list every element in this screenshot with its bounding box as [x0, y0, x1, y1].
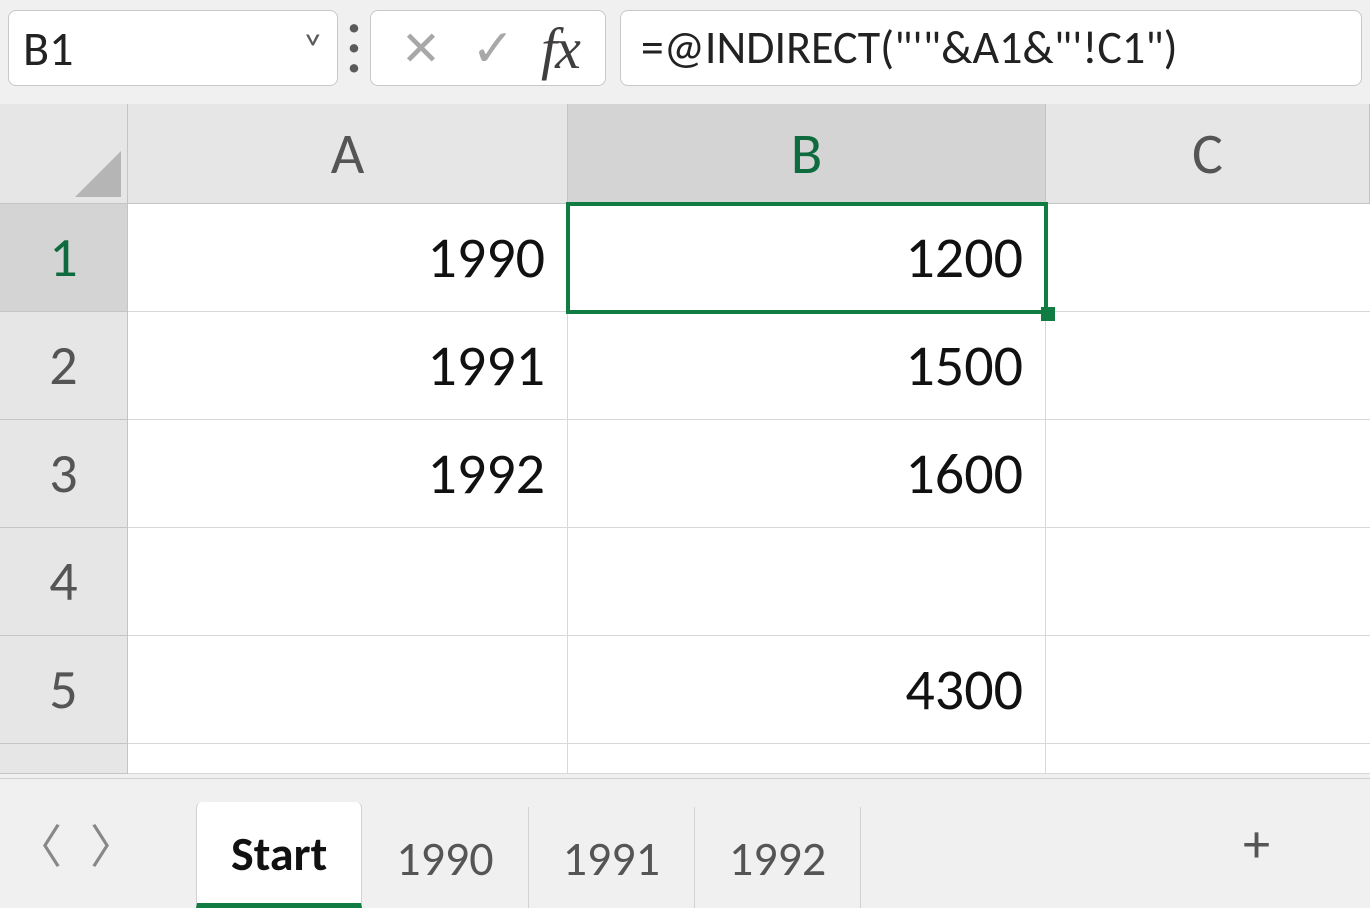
- separator-icon: •••: [352, 23, 356, 73]
- cell-B3[interactable]: 1600: [568, 420, 1046, 528]
- table-row: [0, 744, 1370, 774]
- row-header-5[interactable]: 5: [0, 636, 128, 744]
- column-header-A[interactable]: A: [128, 104, 568, 204]
- row-header-partial[interactable]: [0, 744, 128, 774]
- cell-C2[interactable]: [1046, 312, 1370, 420]
- spreadsheet-grid: A B C 1 1990 1200 2 1991 1500 3 1992 160…: [0, 104, 1370, 774]
- cell-A1[interactable]: 1990: [128, 204, 568, 312]
- formula-input[interactable]: =@INDIRECT("'"&A1&"'!C1"): [620, 10, 1362, 86]
- cell-A2[interactable]: 1991: [128, 312, 568, 420]
- chevron-down-icon[interactable]: ˅: [303, 25, 323, 71]
- cell-C1[interactable]: [1046, 204, 1370, 312]
- cell-partial[interactable]: [1046, 744, 1370, 774]
- cell-partial[interactable]: [568, 744, 1046, 774]
- sheet-tabs: Start 1990 1991 1992: [196, 779, 861, 908]
- enter-formula-button[interactable]: ✓: [465, 16, 521, 80]
- cell-C4[interactable]: [1046, 528, 1370, 636]
- sheet-tab-start[interactable]: Start: [196, 802, 362, 908]
- cell-A3[interactable]: 1992: [128, 420, 568, 528]
- column-header-B[interactable]: B: [568, 104, 1046, 204]
- cell-B2[interactable]: 1500: [568, 312, 1046, 420]
- table-row: 1 1990 1200: [0, 204, 1370, 312]
- prev-sheet-button[interactable]: 〈: [16, 811, 62, 877]
- cell-B4[interactable]: [568, 528, 1046, 636]
- formula-bar: B1 ˅ ••• ✕ ✓ fx =@INDIRECT("'"&A1&"'!C1"…: [0, 0, 1370, 104]
- sheet-tab-bar: 〈 〉 Start 1990 1991 1992 +: [0, 778, 1370, 908]
- cell-B5[interactable]: 4300: [568, 636, 1046, 744]
- row-header-3[interactable]: 3: [0, 420, 128, 528]
- fx-icon[interactable]: fx: [537, 15, 583, 82]
- name-box-value: B1: [23, 19, 303, 78]
- cell-A4[interactable]: [128, 528, 568, 636]
- sheet-tab-1991[interactable]: 1991: [529, 807, 695, 908]
- table-row: 3 1992 1600: [0, 420, 1370, 528]
- sheet-tab-1992[interactable]: 1992: [695, 807, 861, 908]
- formula-text: =@INDIRECT("'"&A1&"'!C1"): [641, 20, 1178, 76]
- cell-B1[interactable]: 1200: [568, 204, 1046, 312]
- sheet-tab-1990[interactable]: 1990: [362, 807, 528, 908]
- cancel-formula-button[interactable]: ✕: [393, 19, 449, 78]
- column-header-C[interactable]: C: [1046, 104, 1370, 204]
- name-box[interactable]: B1 ˅: [8, 10, 338, 86]
- row-header-4[interactable]: 4: [0, 528, 128, 636]
- column-headers: A B C: [0, 104, 1370, 204]
- fx-button-group: ✕ ✓ fx: [370, 10, 606, 86]
- sheet-nav-arrows: 〈 〉: [16, 811, 196, 877]
- table-row: 2 1991 1500: [0, 312, 1370, 420]
- fill-handle[interactable]: [1041, 307, 1055, 321]
- table-row: 5 4300: [0, 636, 1370, 744]
- cell-partial[interactable]: [128, 744, 568, 774]
- cell-C3[interactable]: [1046, 420, 1370, 528]
- table-row: 4: [0, 528, 1370, 636]
- cell-A5[interactable]: [128, 636, 568, 744]
- select-all-corner[interactable]: [0, 104, 128, 204]
- cell-C5[interactable]: [1046, 636, 1370, 744]
- row-header-1[interactable]: 1: [0, 204, 128, 312]
- grid-rows: 1 1990 1200 2 1991 1500 3 1992 1600 4 5 …: [0, 204, 1370, 774]
- add-sheet-button[interactable]: +: [1203, 811, 1310, 877]
- next-sheet-button[interactable]: 〉: [90, 811, 136, 877]
- row-header-2[interactable]: 2: [0, 312, 128, 420]
